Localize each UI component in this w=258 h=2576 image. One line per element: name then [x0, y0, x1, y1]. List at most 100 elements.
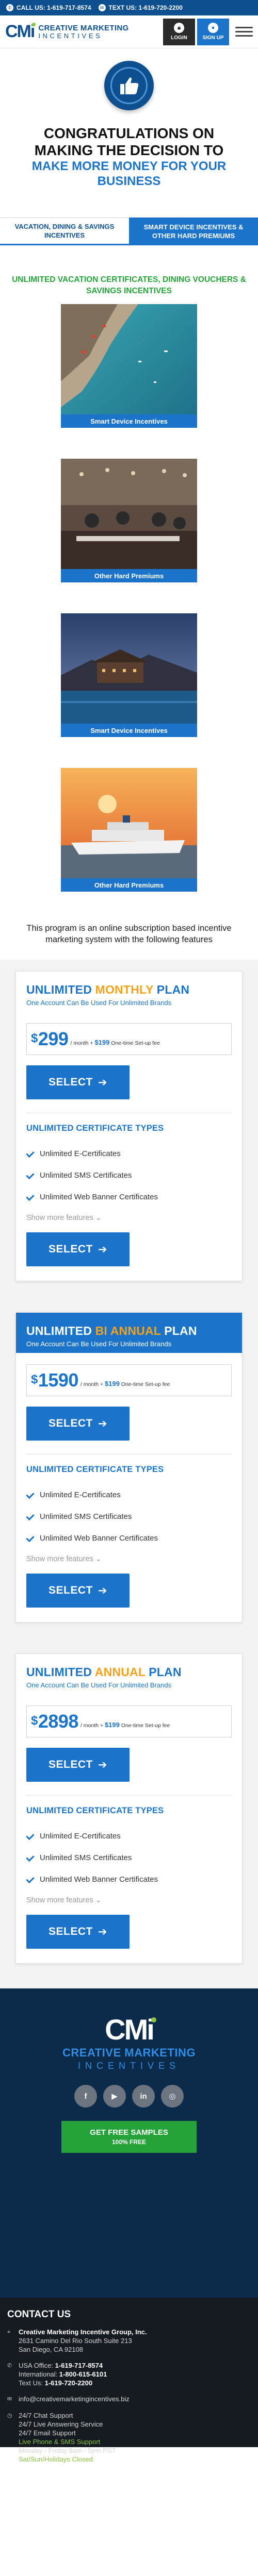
- list-item: Unlimited Web Banner Certificates: [26, 1527, 232, 1549]
- intl-phone-link[interactable]: 1-800-615-6101: [59, 2370, 107, 2378]
- select-plan-button[interactable]: SELECT ➔: [26, 1407, 130, 1441]
- arrow-right-icon: ➔: [98, 1417, 107, 1430]
- incentives-heading: UNLIMITED VACATION CERTIFICATES, DINING …: [12, 275, 246, 295]
- plan-title: UNLIMITED ANNUAL PLAN: [26, 1665, 182, 1679]
- show-more-features-link[interactable]: Show more features ⌄: [26, 1896, 232, 1904]
- plan-card-monthly: UNLIMITED MONTHLY PLAN One Account Can B…: [15, 971, 243, 1281]
- text-us-link[interactable]: ✉ TEXT US: 1-619-720-2200: [98, 4, 183, 11]
- cert-types-title: UNLIMITED CERTIFICATE TYPES: [26, 1465, 164, 1474]
- card-caption: Smart Device Incentives: [61, 724, 197, 737]
- incentive-card[interactable]: Smart Device Incentives: [61, 304, 197, 428]
- list-item: Unlimited Web Banner Certificates: [26, 1868, 232, 1890]
- footer-logo-line-2: INCENTIVES: [77, 2061, 181, 2071]
- incentive-card[interactable]: Other Hard Premiums: [61, 768, 197, 892]
- login-label: LOGIN: [171, 35, 187, 41]
- logo-wordmark[interactable]: CREATIVE MARKETING INCENTIVES: [38, 24, 128, 39]
- check-icon: [26, 1150, 35, 1157]
- select-plan-button[interactable]: SELECT ➔: [26, 1574, 130, 1608]
- social-links: f ▶ in ◎: [0, 2085, 258, 2107]
- check-icon: [26, 1492, 35, 1498]
- user-icon: ●: [208, 23, 218, 33]
- list-item: Unlimited SMS Certificates: [26, 1847, 232, 1868]
- signup-button[interactable]: ● SIGN UP: [197, 18, 229, 45]
- arrow-right-icon: ➔: [98, 1759, 107, 1771]
- price-box: $2898 / month + $199 One-time Set-up fee: [26, 1705, 232, 1737]
- select-plan-button[interactable]: SELECT ➔: [26, 1065, 130, 1099]
- address-block: ⌖ Creative Marketing Incentive Group, In…: [7, 2328, 251, 2354]
- card-caption: Other Hard Premiums: [61, 569, 197, 582]
- arrow-right-icon: ➔: [98, 1584, 107, 1597]
- arrow-right-icon: ➔: [98, 1076, 107, 1089]
- site-header: CMi CREATIVE MARKETING INCENTIVES 🔒︎ LOG…: [0, 15, 258, 48]
- price-box: $1590 / month + $199 One-time Set-up fee: [26, 1364, 232, 1396]
- tab-vacation-dining[interactable]: VACATION, DINING & SAVINGS INCENTIVES: [0, 218, 129, 245]
- menu-icon[interactable]: [235, 24, 253, 40]
- company-name: Creative Marketing Incentive Group, Inc.: [19, 2328, 147, 2336]
- thumbs-up-icon: [120, 77, 139, 94]
- card-caption: Smart Device Incentives: [61, 414, 197, 428]
- incentive-card[interactable]: Smart Device Incentives: [61, 613, 197, 737]
- resort-pool-image: [61, 613, 197, 737]
- thumbs-up-badge: [104, 61, 154, 110]
- cruise-ship-image: [61, 768, 197, 892]
- select-plan-button[interactable]: SELECT ➔: [26, 1915, 130, 1949]
- select-plan-button[interactable]: SELECT ➔: [26, 1232, 130, 1266]
- check-icon: [26, 1513, 35, 1519]
- show-more-features-link[interactable]: Show more features ⌄: [26, 1555, 232, 1563]
- clock-icon: ◷: [7, 2413, 12, 2419]
- samples-label: GET FREE SAMPLES: [90, 2128, 168, 2137]
- price-amount: $1590: [31, 1369, 78, 1391]
- map-pin-icon: ⌖: [7, 2329, 11, 2335]
- email-link[interactable]: info@creativemarketingincentives.biz: [19, 2395, 130, 2404]
- site-footer: CMi CREATIVE MARKETING INCENTIVES f ▶ in…: [0, 1988, 258, 2298]
- call-us-text: CALL US: 1-619-717-8574: [17, 4, 91, 11]
- sms-icon: ✉: [98, 4, 106, 11]
- incentive-card[interactable]: Other Hard Premiums: [61, 459, 197, 582]
- price-detail: / month + $199 One-time Set-up fee: [80, 1720, 170, 1729]
- cert-types-title: UNLIMITED CERTIFICATE TYPES: [26, 1806, 164, 1815]
- call-us-link[interactable]: ✆ CALL US: 1-619-717-8574: [6, 4, 91, 11]
- aerial-coast-image: [61, 304, 197, 428]
- feature-list: Unlimited E-Certificates Unlimited SMS C…: [26, 1825, 232, 1890]
- price-amount: $2898: [31, 1711, 78, 1732]
- login-button[interactable]: 🔒︎ LOGIN: [163, 18, 195, 45]
- plan-card-annual: UNLIMITED ANNUAL PLAN One Account Can Be…: [15, 1653, 243, 1964]
- incentive-tabs: VACATION, DINING & SAVINGS INCENTIVES SM…: [0, 218, 258, 245]
- check-icon: [26, 1535, 35, 1541]
- price-amount: $299: [31, 1028, 69, 1049]
- facebook-icon[interactable]: f: [74, 2085, 97, 2107]
- tab-smart-device[interactable]: SMART DEVICE INCENTIVES & OTHER HARD PRE…: [129, 218, 258, 245]
- list-item: Unlimited E-Certificates: [26, 1143, 232, 1164]
- page: ✆ CALL US: 1-619-717-8574 ✉ TEXT US: 1-6…: [0, 0, 258, 2576]
- check-icon: [26, 1833, 35, 1839]
- list-item: Unlimited E-Certificates: [26, 1484, 232, 1506]
- support-block: ◷ 24/7 Chat Support 24/7 Live Answering …: [7, 2412, 116, 2463]
- linkedin-icon[interactable]: in: [132, 2085, 155, 2107]
- youtube-icon[interactable]: ▶: [103, 2085, 126, 2107]
- signup-label: SIGN UP: [202, 35, 224, 41]
- check-icon: [26, 1854, 35, 1861]
- feature-list: Unlimited E-Certificates Unlimited SMS C…: [26, 1484, 232, 1549]
- list-item: Unlimited SMS Certificates: [26, 1506, 232, 1527]
- program-description: This program is an online subscription b…: [26, 924, 232, 944]
- price-box: $299 / month + $199 One-time Set-up fee: [26, 1023, 232, 1055]
- get-free-samples-button[interactable]: GET FREE SAMPLES 100% FREE: [61, 2121, 197, 2153]
- text-phone-link[interactable]: 1-619-720-2200: [45, 2379, 93, 2387]
- plan-title: UNLIMITED BI ANNUAL PLAN: [26, 1324, 197, 1337]
- arrow-right-icon: ➔: [98, 1926, 107, 1938]
- plan-card-bi-annual: UNLIMITED BI ANNUAL PLAN One Account Can…: [15, 1312, 243, 1622]
- plan-subtitle: One Account Can Be Used For Unlimited Br…: [26, 999, 172, 1007]
- phone-block: ✆ USA Office: 1-619-717-8574 Internation…: [7, 2362, 107, 2387]
- phone-icon: ✆: [6, 4, 13, 11]
- show-more-features-link[interactable]: Show more features ⌄: [26, 1214, 232, 1222]
- select-plan-button[interactable]: SELECT ➔: [26, 1748, 130, 1782]
- logo-mark[interactable]: CMi: [5, 22, 36, 42]
- footer-logo[interactable]: CMi CREATIVE MARKETING INCENTIVES: [0, 2015, 258, 2071]
- plan-subtitle: One Account Can Be Used For Unlimited Br…: [26, 1340, 172, 1348]
- logo-line-1: CREATIVE MARKETING: [38, 23, 129, 32]
- instagram-icon[interactable]: ◎: [161, 2085, 184, 2107]
- incentive-cards: Smart Device Incentives Other Hard Premi…: [0, 304, 258, 892]
- plan-title: UNLIMITED MONTHLY PLAN: [26, 983, 190, 996]
- check-icon: [26, 1172, 35, 1178]
- usa-phone-link[interactable]: 1-619-717-8574: [55, 2362, 103, 2369]
